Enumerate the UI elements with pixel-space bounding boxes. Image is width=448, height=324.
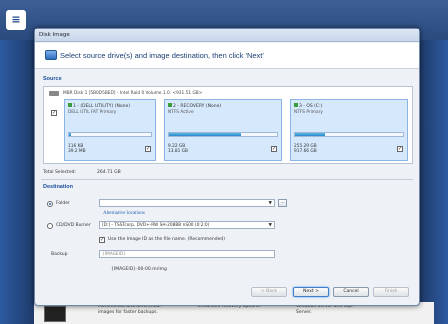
partition-type: NTFS Primary xyxy=(294,110,323,115)
hard-disk-icon xyxy=(49,91,59,96)
disk-image-dialog: Disk Image Select source drive(s) and im… xyxy=(34,28,420,306)
product-box-icon xyxy=(44,306,66,322)
finish-button[interactable]: Finish xyxy=(373,287,409,297)
partition-name: 1 - (DELL UTILITY) (None) xyxy=(68,103,152,109)
partition-3[interactable]: 3 - OS (C:) NTFS Primary 255.29 GB 917.6… xyxy=(290,99,408,161)
partition-total-size: 13.81 GB xyxy=(168,149,188,154)
folder-radio-label: Folder xyxy=(56,201,70,206)
folder-radio[interactable] xyxy=(47,201,53,207)
partition-usage-fill xyxy=(295,133,326,136)
window-title: Disk Image xyxy=(35,29,419,42)
partition-type: DELL UTIL FAT Primary xyxy=(68,110,117,115)
source-disk-panel: MBR Disk 1 [5B0D5BED] - Intel Raid 0 Vol… xyxy=(43,86,413,164)
disk-label: MBR Disk 1 [5B0D5BED] - Intel Raid 0 Vol… xyxy=(63,91,203,96)
partition-usage-fill xyxy=(69,133,72,136)
folder-path-dropdown[interactable]: ▼ xyxy=(99,199,275,207)
partition-1[interactable]: 1 - (DELL UTILITY) (None) DELL UTIL FAT … xyxy=(64,99,156,161)
cd-dvd-value: [D:] - TSSTcorp, DVD+-RW SH-208BB nS00 (… xyxy=(102,223,210,228)
cd-dvd-radio[interactable] xyxy=(47,223,53,229)
backup-label: Backup xyxy=(51,252,68,257)
partition-checkbox[interactable]: ✓ xyxy=(397,146,403,152)
cd-dvd-dropdown[interactable]: [D:] - TSSTcorp, DVD+-RW SH-208BB nS00 (… xyxy=(99,221,275,229)
backup-name-field[interactable]: {IMAGEID} xyxy=(99,250,275,258)
next-button[interactable]: Next > xyxy=(293,287,329,297)
dialog-header: Select source drive(s) and image destina… xyxy=(35,43,419,69)
app-logo-icon: ≡ xyxy=(6,10,26,30)
partition-name: 2 - RECOVERY (None) xyxy=(168,103,278,109)
partition-usage-bar xyxy=(168,132,278,137)
partition-total-size: 917.66 GB xyxy=(294,149,317,154)
use-image-id-label: Use the Image ID as the file name. (Reco… xyxy=(108,237,225,242)
chevron-down-icon: ▼ xyxy=(268,223,272,228)
desktop-left-strip xyxy=(0,40,34,324)
destination-section-label: Destination xyxy=(43,184,73,190)
partition-name: 3 - OS (C:) xyxy=(294,103,404,109)
partition-2[interactable]: 2 - RECOVERY (None) NTFS Active 9.22 GB … xyxy=(164,99,282,161)
desktop-right-strip xyxy=(420,40,448,324)
partition-checkbox[interactable]: ✓ xyxy=(271,146,277,152)
divider xyxy=(41,179,413,180)
cancel-button[interactable]: Cancel xyxy=(333,287,369,297)
partition-checkbox[interactable]: ✓ xyxy=(145,146,151,152)
partition-usage-fill xyxy=(169,133,242,136)
partition-usage-bar xyxy=(294,132,404,137)
header-instruction: Select source drive(s) and image destina… xyxy=(60,51,264,60)
browse-button[interactable]: ... xyxy=(278,199,287,207)
partition-total-size: 39.2 MB xyxy=(68,149,86,154)
backup-filename: {IMAGEID}-00-00.mrimg xyxy=(111,267,167,272)
chevron-down-icon: ▼ xyxy=(268,201,272,206)
alternative-locations-link[interactable]: Alternative locations xyxy=(103,211,145,216)
total-selected-value: 264.71 GB xyxy=(97,170,121,175)
partition-usage-bar xyxy=(68,132,152,137)
disk-image-icon xyxy=(45,50,57,60)
total-selected-label: Total Selected: xyxy=(43,170,76,175)
cd-dvd-radio-label: CD/DVD Burner xyxy=(56,223,91,228)
use-image-id-checkbox[interactable]: ✓ xyxy=(99,237,105,243)
source-section-label: Source xyxy=(43,76,62,82)
back-button[interactable]: < Back xyxy=(251,287,287,297)
disk-select-checkbox[interactable]: ✓ xyxy=(51,110,57,116)
partition-type: NTFS Active xyxy=(168,110,194,115)
